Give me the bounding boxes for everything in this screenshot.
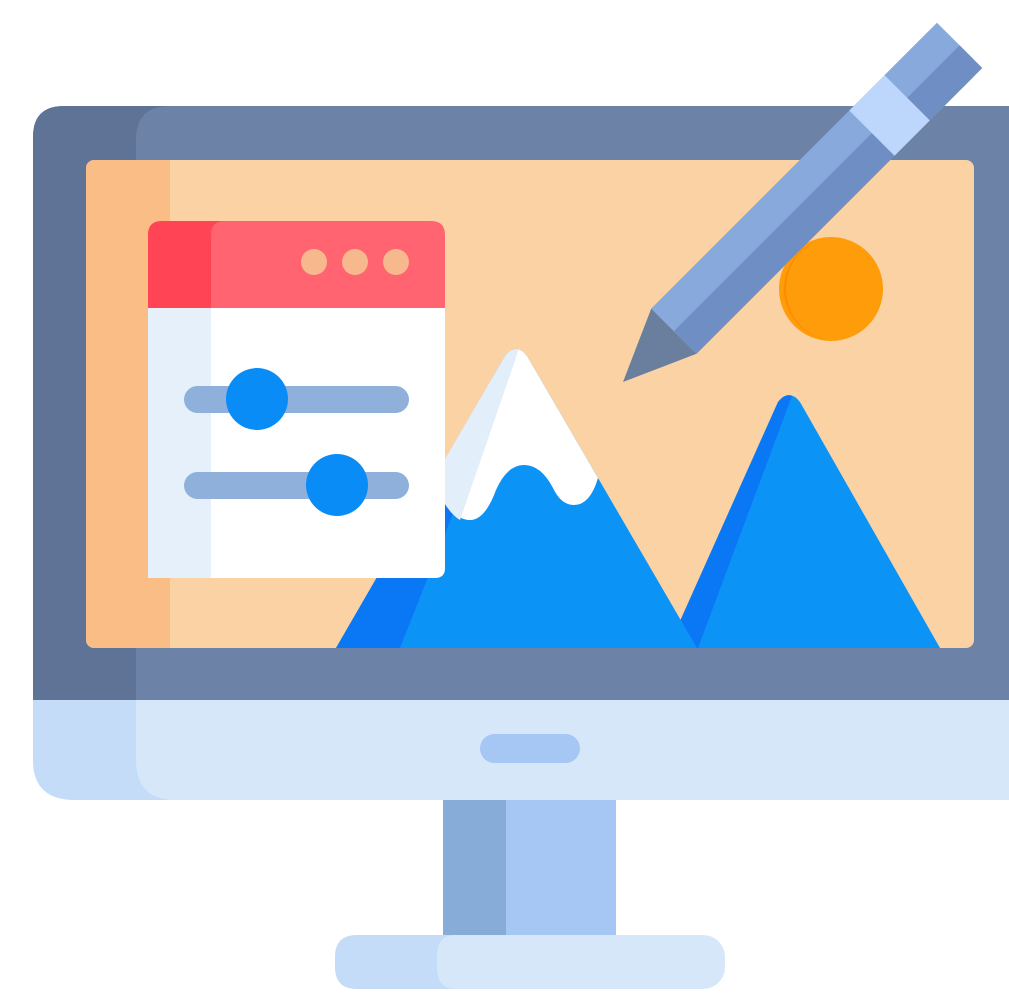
monitor-stand [335,790,725,989]
power-button [480,734,580,763]
monitor-icon [33,22,1009,989]
monitor-illustration [0,0,1009,993]
screen [86,160,974,648]
settings-panel-icon [148,221,445,578]
window-dots [301,249,409,275]
